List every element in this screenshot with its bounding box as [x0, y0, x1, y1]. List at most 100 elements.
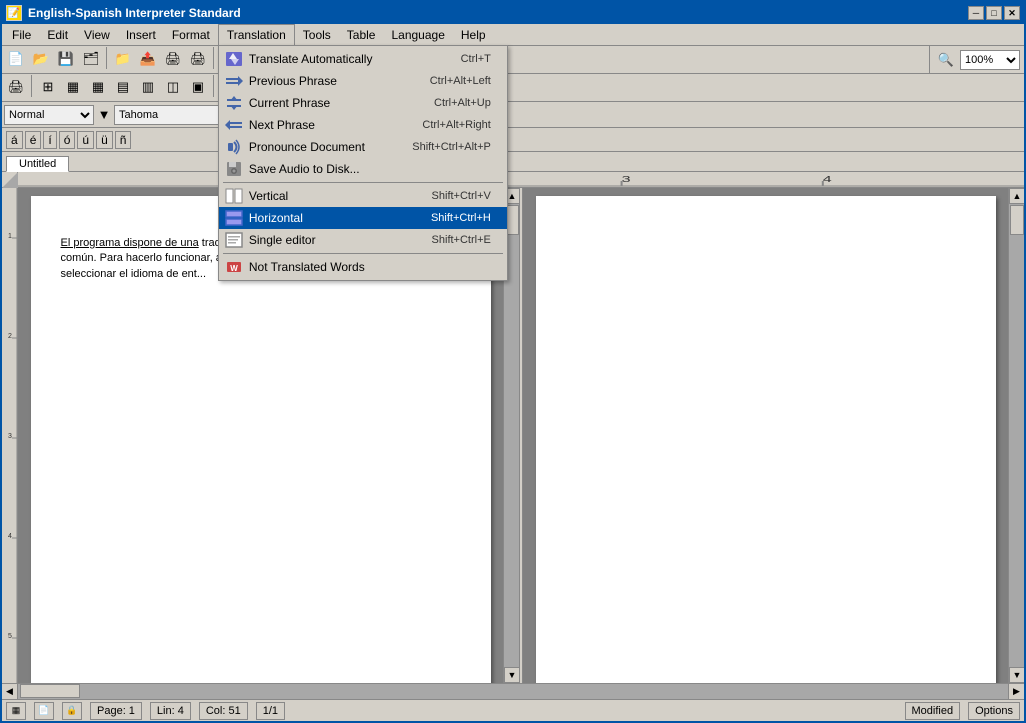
menu-vertical[interactable]: Vertical Shift+Ctrl+V: [219, 185, 507, 207]
style-dropdown-btn[interactable]: ▼: [96, 103, 112, 127]
menu-current-phrase[interactable]: Current Phrase Ctrl+Alt+Up: [219, 92, 507, 114]
char-o-acute[interactable]: ó: [59, 131, 76, 149]
close-button[interactable]: ✕: [1004, 6, 1020, 20]
menu-table[interactable]: Table: [339, 24, 384, 46]
menu-help[interactable]: Help: [453, 24, 494, 46]
minimize-button[interactable]: ─: [968, 6, 984, 20]
char-n-tilde[interactable]: ñ: [115, 131, 132, 149]
zoom-icon: 🔍: [934, 48, 958, 72]
menu-tools[interactable]: Tools: [295, 24, 339, 46]
save-audio-icon: [223, 159, 245, 179]
char-a-acute[interactable]: á: [6, 131, 23, 149]
menu-horizontal[interactable]: Horizontal Shift+Ctrl+H: [219, 207, 507, 229]
special-chars-toolbar: á é í ó ú ü ñ: [2, 128, 1024, 152]
svg-text:3: 3: [8, 433, 12, 440]
menu-view[interactable]: View: [76, 24, 118, 46]
svg-text:4: 4: [8, 533, 12, 540]
maximize-button[interactable]: □: [986, 6, 1002, 20]
sep4: [31, 75, 33, 97]
menu-previous-phrase[interactable]: Previous Phrase Ctrl+Alt+Left: [219, 70, 507, 92]
toolbar-row1: 📄 📂 💾 🗂 📁 📤 🖨 🖨 ✉ 📠 🔍 🔎 🔤 ◀ ▲ 🔍 100% 75%: [2, 46, 1024, 74]
table5-button[interactable]: ◫: [161, 75, 185, 99]
table-insert-button[interactable]: ⊞: [36, 75, 60, 99]
pronounce-icon: [223, 137, 245, 157]
svg-text:5: 5: [8, 633, 12, 640]
ruler-corner: [2, 172, 18, 187]
document-area: 1 2 3 4 1 2: [2, 172, 1024, 699]
table6-button[interactable]: ▣: [186, 75, 210, 99]
font-select[interactable]: Tahoma: [114, 105, 234, 125]
hscroll-track: [18, 684, 1008, 699]
menu-next-phrase[interactable]: Next Phrase Ctrl+Alt+Right: [219, 114, 507, 136]
sep5: [213, 75, 215, 97]
menu-single-editor[interactable]: Single editor Shift+Ctrl+E: [219, 229, 507, 251]
menu-pronounce-doc[interactable]: Pronounce Document Shift+Ctrl+Alt+P: [219, 136, 507, 158]
status-icon3: 🔒: [62, 702, 82, 720]
vertical-ruler: 1 2 3 4 5: [2, 188, 18, 683]
zoom-select[interactable]: 100% 75% 50% 125% 150%: [960, 50, 1020, 70]
menu-translation-container: Translation Translate Automatically Ctrl…: [218, 24, 295, 46]
char-u-acute[interactable]: ú: [77, 131, 94, 149]
document-page-right: [536, 196, 996, 683]
status-fraction: 1/1: [256, 702, 285, 720]
right-scroll-down-btn[interactable]: ▼: [1009, 667, 1024, 683]
document-tab[interactable]: Untitled: [6, 156, 69, 172]
print3-button[interactable]: 🖨: [4, 75, 28, 99]
format-toolbar: 🖨 ⊞ ▦ ▦ ▤ ▥ ◫ ▣ ¶ ≡ ≡ ≡ ⇥ ⇤ ⇥ ⇤ ▦ □: [2, 74, 1024, 101]
export-button[interactable]: 📤: [136, 47, 160, 71]
horizontal-icon: [223, 208, 245, 228]
status-icon2: 📄: [34, 702, 54, 720]
scroll-down-btn[interactable]: ▼: [504, 667, 520, 683]
menu-translate-auto[interactable]: Translate Automatically Ctrl+T: [219, 48, 507, 70]
menu-language[interactable]: Language: [383, 24, 452, 46]
status-page: Page: 1: [90, 702, 142, 720]
right-scroll-track: [1009, 204, 1024, 667]
right-scrollbar[interactable]: ▲ ▼: [1008, 188, 1024, 683]
style-select[interactable]: Normal: [4, 105, 94, 125]
menu-not-translated[interactable]: W Not Translated Words: [219, 256, 507, 278]
new-button[interactable]: 📄: [4, 47, 28, 71]
separator-2: [223, 253, 503, 254]
menu-insert[interactable]: Insert: [118, 24, 164, 46]
svg-text:3: 3: [622, 175, 631, 184]
next-phrase-icon: [223, 115, 245, 135]
style-font-toolbar: Normal ▼ Tahoma 12 B I U: [2, 102, 1024, 128]
window-title: English-Spanish Interpreter Standard: [28, 6, 241, 20]
menu-bar: File Edit View Insert Format Translation: [2, 24, 1024, 46]
char-e-acute[interactable]: é: [25, 131, 42, 149]
save-as-button[interactable]: 🗂: [79, 47, 103, 71]
save-button[interactable]: 💾: [54, 47, 78, 71]
sep1: [106, 47, 108, 69]
menu-save-audio[interactable]: Save Audio to Disk...: [219, 158, 507, 180]
table-button[interactable]: ▦: [61, 75, 85, 99]
char-i-acute[interactable]: í: [43, 131, 56, 149]
app-window: 📝 English-Spanish Interpreter Standard ─…: [0, 0, 1026, 723]
status-options[interactable]: Options: [968, 702, 1020, 720]
right-doc-pane[interactable]: [523, 188, 1008, 683]
hscroll-thumb[interactable]: [20, 684, 80, 698]
hscroll-right-btn[interactable]: ▶: [1008, 684, 1024, 699]
table3-button[interactable]: ▤: [111, 75, 135, 99]
print-button[interactable]: 🖨: [186, 47, 210, 71]
table4-button[interactable]: ▥: [136, 75, 160, 99]
zoom-toolbar: 🔍 100% 75% 50% 125% 150%: [929, 46, 1024, 73]
curr-phrase-icon: [223, 93, 245, 113]
vertical-icon: [223, 186, 245, 206]
table2-button[interactable]: ▦: [86, 75, 110, 99]
right-scroll-up-btn[interactable]: ▲: [1009, 188, 1024, 204]
document-tab-title: Untitled: [19, 158, 56, 170]
menu-file[interactable]: File: [4, 24, 39, 46]
status-bar: ▦ 📄 🔒 Page: 1 Lin: 4 Col: 51 1/1 Modifie…: [2, 699, 1024, 721]
open-button[interactable]: 📂: [29, 47, 53, 71]
hscroll-left-btn[interactable]: ◀: [2, 684, 18, 699]
open-file-button[interactable]: 📁: [111, 47, 135, 71]
right-scroll-thumb[interactable]: [1010, 205, 1024, 235]
app-icon: 📝: [6, 5, 22, 21]
char-u-uml[interactable]: ü: [96, 131, 113, 149]
translate-icon: [223, 49, 245, 69]
prev-phrase-icon: [223, 71, 245, 91]
menu-edit[interactable]: Edit: [39, 24, 76, 46]
menu-format[interactable]: Format: [164, 24, 218, 46]
print-preview-button[interactable]: 🖨: [161, 47, 185, 71]
menu-translation[interactable]: Translation: [218, 24, 295, 46]
